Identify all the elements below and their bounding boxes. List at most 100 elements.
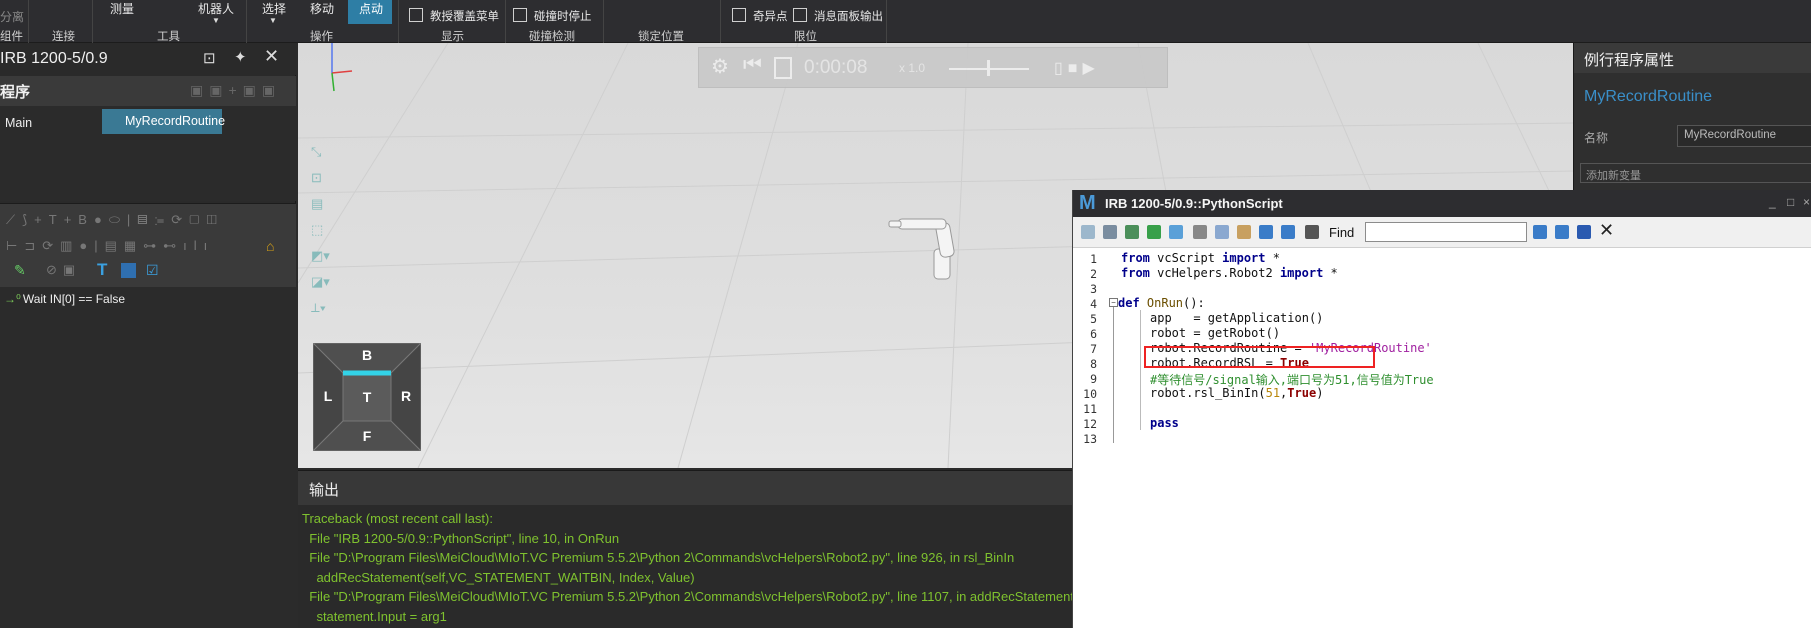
line-number: 10 [1083,387,1097,401]
link-icons[interactable]: ⊘▣ [46,262,81,278]
close-icon[interactable]: ✕ [264,46,279,67]
find-input[interactable] [1365,222,1527,242]
script-icon[interactable]: ⌂ [266,238,274,254]
program-actions-icons[interactable]: ▣▣+▣▣ [190,82,281,99]
path-icon[interactable]: ✎ [14,262,26,279]
robot-model [888,218,955,280]
program-section-header: 程序 ▣▣+▣▣ [0,76,296,106]
name-field[interactable]: MyRecordRoutine [1677,125,1811,147]
output-line: statement.Input = arg1 [302,608,447,624]
check-statement-icon[interactable]: ☑ [146,262,159,279]
close-window-icon[interactable]: × [1803,195,1810,209]
move-button[interactable]: 移动 [310,0,334,17]
properties-title: 例行程序属性 [1584,52,1675,69]
settings-gear-icon[interactable]: ⚙ [711,54,729,79]
code-line-2: from vcHelpers.Robot2 import * [1121,266,1338,280]
code-area[interactable]: from vcScript import * from vcHelpers.Ro… [1118,248,1811,628]
line-number: 3 [1090,282,1097,296]
undo-icon[interactable] [1259,225,1273,239]
minimize-icon[interactable]: _ [1769,195,1776,209]
find-icon[interactable] [1305,225,1319,239]
export-icon[interactable] [1169,225,1183,239]
view-tools[interactable]: ⤡ ⊡ ▤ ⬚ ◩▾ ◪▾ ⟂▾ [311,139,330,321]
pin-icon[interactable]: ✦ [234,48,247,66]
run-icon[interactable] [1081,225,1095,239]
line-number: 7 [1090,342,1097,356]
save-icon[interactable] [1125,225,1139,239]
tab-main[interactable]: Main [5,116,32,130]
robot-dropdown-icon[interactable]: ▼ [212,16,220,25]
singularity-checkbox[interactable] [732,8,746,22]
cut-icon[interactable] [1193,225,1207,239]
select-dropdown-icon[interactable]: ▼ [269,16,277,25]
statement-icons-row1[interactable]: ⟋⟆+T+B●⬭|▤≔⟳▢◫ [6,212,224,228]
find-next-icon[interactable] [1533,225,1547,239]
line-number: 11 [1083,402,1097,416]
stop-on-collision-label: 碰撞时停止 [534,11,592,23]
statement-icons-row2[interactable]: ⊢⊐⟳▥●|▤▦⊶⊷ılı [6,238,214,254]
code-line-10: robot.rsl_BinIn(51,True) [1150,386,1324,400]
fold-toggle-icon[interactable]: − [1109,298,1118,307]
measure-button[interactable]: 测量 [110,0,134,17]
line-number: 12 [1083,417,1097,431]
reset-icon[interactable]: ⏮ [743,53,762,77]
select-button[interactable]: 选择 [262,0,286,17]
maximize-icon[interactable]: □ [1787,195,1794,209]
editor-title-bar: M IRB 1200-5/0.9::PythonScript _ □ × [1073,190,1811,217]
record-tools-icons[interactable]: ▯■▶ [1054,58,1100,78]
redo-icon[interactable] [1281,225,1295,239]
statement-list: →⁰ Wait IN[0] == False [0,287,296,628]
fit-all-icon[interactable]: ⤡ [311,139,330,165]
separate-button[interactable]: 分离 [0,8,24,25]
measure-view-icon[interactable]: ⟂▾ [311,295,330,321]
routine-name-heading: MyRecordRoutine [1584,88,1713,105]
python-script-editor: M IRB 1200-5/0.9::PythonScript _ □ × Fin… [1072,190,1811,628]
group-lock: 锁定位置 [638,31,684,43]
text-icon[interactable]: T [97,260,107,280]
group-display: 显示 [441,31,464,43]
output-line: Traceback (most recent call last): [302,511,493,526]
teach-menu-checkbox[interactable] [409,8,423,22]
output-log[interactable]: Traceback (most recent call last): File … [302,509,1074,626]
paste-icon[interactable] [1237,225,1251,239]
dock-icon[interactable]: ⊡ [203,49,216,67]
teach-menu-label: 教授覆盖菜单 [430,11,499,23]
app-window: 分离 测量 机器人 ▼ 选择 ▼ 移动 点动 教授覆盖菜单 碰撞时停止 奇异点 … [0,0,1811,628]
ribbon-toolbar: 分离 测量 机器人 ▼ 选择 ▼ 移动 点动 教授覆盖菜单 碰撞时停止 奇异点 … [0,0,1811,43]
box-view-icon[interactable]: ⬚ [311,217,330,243]
render-mode-icon[interactable]: ◩▾ [311,243,330,269]
line-number: 13 [1083,432,1097,446]
line-number: 4 [1090,297,1097,311]
highlight-box [1144,346,1375,368]
add-variable-field[interactable]: 添加新变量 [1580,163,1811,183]
find-prev-icon[interactable] [1555,225,1569,239]
code-line-5: app = getApplication() [1150,311,1324,325]
view-cube[interactable]: B L T R F [313,343,421,451]
jog-button[interactable]: 点动 [359,0,383,17]
simulation-controls: ⚙ ⏮ 0:00:08 x 1.0 ▯■▶ [698,47,1168,88]
snap-icon[interactable]: ◪▾ [311,269,330,295]
line-number: 1 [1090,252,1097,266]
statement-wait[interactable]: →⁰ Wait IN[0] == False [4,292,125,306]
output-title: 输出 [309,482,340,499]
wait-input-icon: →⁰ [4,292,21,306]
output-line: addRecStatement(self,VC_STATEMENT_WAITBI… [302,569,695,585]
statement-wait-text: Wait IN[0] == False [22,292,126,306]
highlight-icon[interactable] [1577,225,1591,239]
group-limits: 限位 [794,31,817,43]
stop-on-collision-checkbox[interactable] [513,8,527,22]
tab-myrecordroutine[interactable]: MyRecordRoutine [102,109,225,134]
speed-slider-thumb[interactable] [987,60,990,76]
pause-icon[interactable] [774,57,792,79]
robot-button[interactable]: 机器人 [198,0,234,17]
view-preset-icon[interactable]: ▤ [311,191,330,217]
copy-icon[interactable] [1215,225,1229,239]
routine-tabs: Main MyRecordRoutine [0,106,296,201]
message-output-checkbox[interactable] [793,8,807,22]
fit-selected-icon[interactable]: ⊡ [311,165,330,191]
compile-icon[interactable] [1103,225,1117,239]
editor-toolbar: Find ✕ [1073,217,1811,248]
apply-icon[interactable] [1147,225,1161,239]
clear-find-icon[interactable]: ✕ [1599,220,1614,241]
table-icon[interactable] [121,263,136,278]
